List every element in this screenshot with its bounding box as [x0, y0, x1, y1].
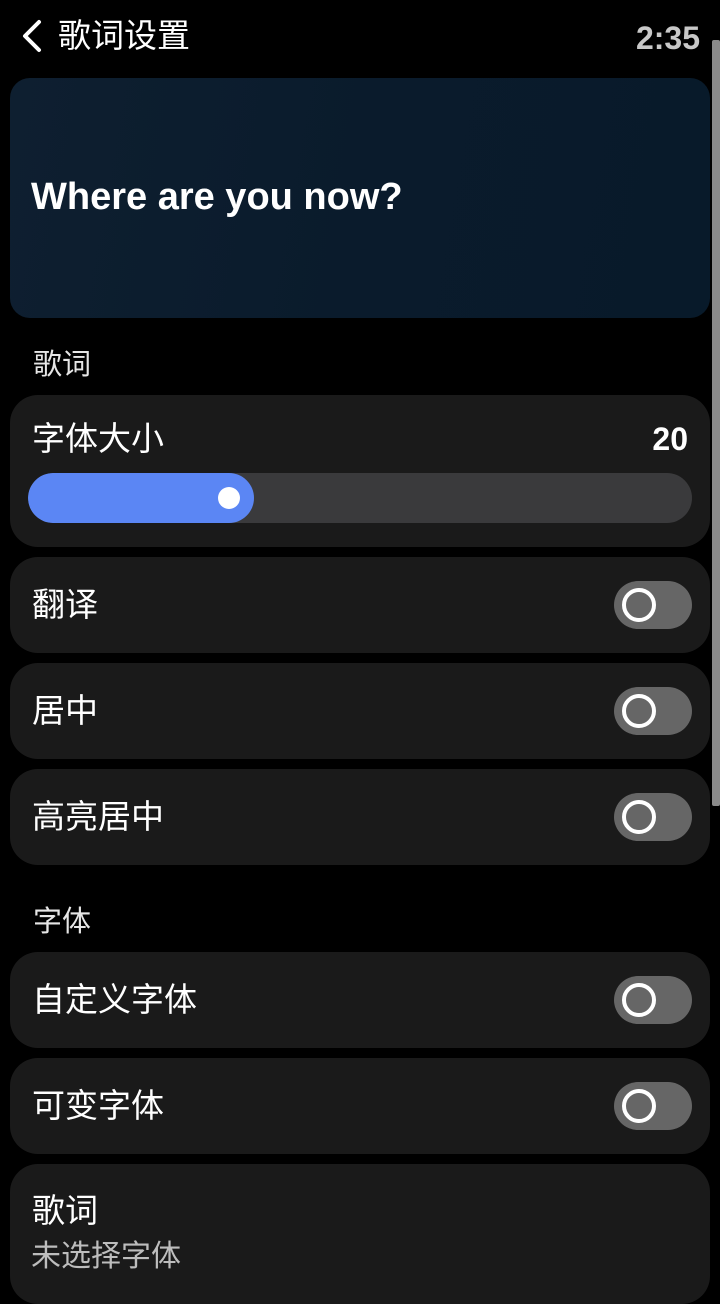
section-label-lyrics: 歌词 [33, 347, 92, 381]
highlight-center-toggle[interactable] [614, 793, 692, 841]
lyrics-font-label: 歌词 [32, 1191, 98, 1230]
center-label: 居中 [32, 691, 98, 730]
translate-label: 翻译 [32, 585, 98, 624]
back-button[interactable] [14, 16, 50, 56]
toggle-knob [622, 800, 656, 834]
lyrics-font-row[interactable]: 歌词 未选择字体 [10, 1164, 710, 1304]
font-size-slider[interactable] [28, 473, 692, 523]
toggle-knob [622, 694, 656, 728]
slider-thumb[interactable] [218, 487, 240, 509]
custom-font-label: 自定义字体 [32, 980, 197, 1019]
custom-font-row[interactable]: 自定义字体 [10, 952, 710, 1048]
center-toggle[interactable] [614, 687, 692, 735]
toggle-knob [622, 983, 656, 1017]
custom-font-toggle[interactable] [614, 976, 692, 1024]
variable-font-row[interactable]: 可变字体 [10, 1058, 710, 1154]
font-size-card: 字体大小 20 [10, 395, 710, 547]
lyrics-preview: Where are you now? [10, 78, 710, 318]
page-title: 歌词设置 [58, 16, 190, 55]
variable-font-toggle[interactable] [614, 1082, 692, 1130]
highlight-center-row[interactable]: 高亮居中 [10, 769, 710, 865]
chevron-left-icon [23, 20, 41, 52]
top-bar: 歌词设置 2:35 [0, 0, 720, 74]
variable-font-label: 可变字体 [32, 1086, 164, 1125]
font-size-label: 字体大小 [32, 419, 164, 458]
font-size-value: 20 [652, 421, 688, 457]
translate-toggle[interactable] [614, 581, 692, 629]
toggle-knob [622, 1089, 656, 1123]
highlight-center-label: 高亮居中 [32, 797, 164, 836]
lyrics-font-value: 未选择字体 [31, 1239, 181, 1274]
toggle-knob [622, 588, 656, 622]
preview-lyric-text: Where are you now? [31, 176, 403, 218]
translate-row[interactable]: 翻译 [10, 557, 710, 653]
section-label-font: 字体 [33, 904, 92, 938]
center-row[interactable]: 居中 [10, 663, 710, 759]
scrollbar[interactable] [712, 40, 720, 806]
clock: 2:35 [635, 20, 700, 56]
